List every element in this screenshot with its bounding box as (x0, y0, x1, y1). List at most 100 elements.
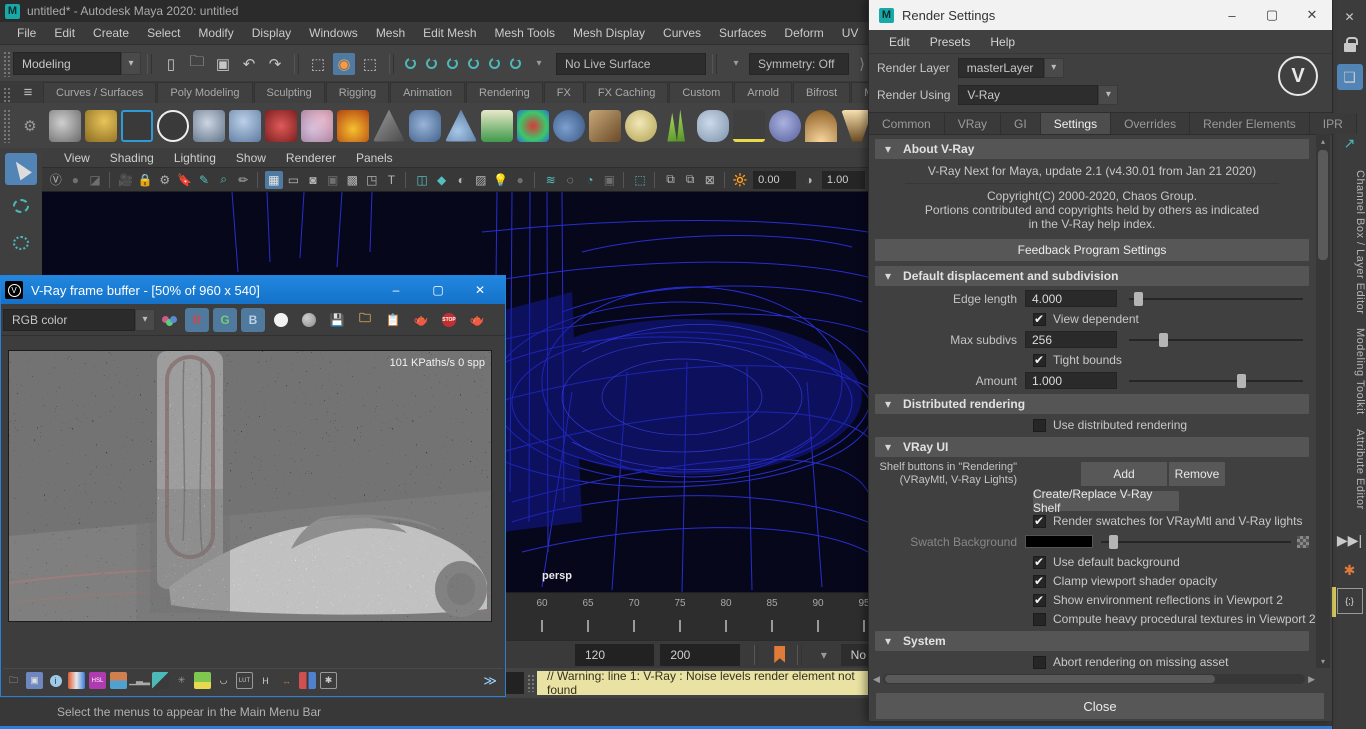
shelf-remove-button[interactable]: Remove (1169, 462, 1225, 486)
vp-resolution-gate-icon[interactable]: ◙ (304, 171, 322, 189)
snap-point-icon[interactable] (447, 58, 458, 69)
select-component-icon[interactable]: ⬚ (359, 53, 381, 75)
menu-create[interactable]: Create (84, 22, 138, 44)
shelf-menu-icon[interactable]: ≡ (15, 81, 41, 103)
shelf-tab-custom[interactable]: Custom (669, 82, 733, 103)
select-tool[interactable] (5, 153, 37, 185)
fb-background-image-icon[interactable] (194, 672, 211, 689)
scroll-left-icon[interactable] (873, 674, 880, 685)
render-layer-select[interactable]: masterLayer (958, 58, 1044, 78)
env-reflections-checkbox[interactable] (1033, 594, 1046, 607)
vp-lights-icon[interactable]: 💡 (492, 171, 510, 189)
shelf-egg-sample-icon[interactable] (553, 110, 585, 142)
vp-dim-select-icon[interactable]: ◪ (86, 171, 104, 189)
tight-bounds-checkbox[interactable] (1033, 354, 1046, 367)
character-set-dropdown-icon[interactable] (816, 646, 832, 664)
gray-background-icon[interactable] (297, 308, 321, 332)
shelf-icons-drag-handle[interactable] (3, 109, 10, 143)
playback-end-field[interactable]: 200 (660, 644, 739, 666)
render-using-dropdown-icon[interactable] (1098, 85, 1118, 105)
vp-gamma-field[interactable]: 1.00 (822, 171, 865, 189)
view-dependent-checkbox[interactable] (1033, 313, 1046, 326)
vp-menu-show[interactable]: Show (226, 151, 276, 165)
fb-info-icon[interactable]: i (47, 672, 64, 689)
section-displacement[interactable]: Default displacement and subdivision (875, 266, 1309, 286)
abort-missing-checkbox[interactable] (1033, 656, 1046, 669)
snap-options-dropdown-icon[interactable] (528, 53, 550, 75)
shelf-tab-poly-modeling[interactable]: Poly Modeling (157, 82, 252, 103)
edge-length-slider[interactable] (1129, 290, 1303, 308)
fb-diagonal-compare-icon[interactable] (152, 672, 169, 689)
shelf-wire-sphere-icon[interactable] (625, 110, 657, 142)
feedback-program-button[interactable]: Feedback Program Settings (875, 239, 1309, 261)
fb-hsl-icon[interactable]: HSL (89, 672, 106, 689)
toolbar-separator[interactable] (147, 54, 152, 74)
menu-deform[interactable]: Deform (775, 22, 832, 44)
amount-slider[interactable] (1129, 372, 1303, 390)
rs-menu-edit[interactable]: Edit (879, 35, 920, 49)
evaluation-toolkit-icon[interactable]: ✱ (1337, 558, 1363, 584)
channel-dropdown-icon[interactable] (135, 309, 155, 331)
shelf-rock-icon[interactable] (697, 110, 729, 142)
framebuffer-minimize-button[interactable] (379, 279, 413, 301)
vp-textured-icon[interactable]: ◐ (452, 171, 470, 189)
symmetry-field[interactable]: Symmetry: Off (749, 53, 849, 75)
make-live-icon[interactable] (510, 58, 521, 69)
copy-clipboard-icon[interactable]: 📋 (381, 308, 405, 332)
vp-grease-pencil-icon[interactable]: ✏ (234, 171, 252, 189)
vp-menu-view[interactable]: View (54, 151, 100, 165)
render-last-icon[interactable]: 🫖 (409, 308, 433, 332)
menu-edit[interactable]: Edit (45, 22, 84, 44)
green-channel-icon[interactable]: G (213, 308, 237, 332)
shelf-baked-cage-icon[interactable] (589, 110, 621, 142)
shelf-save-spheres-icon[interactable] (49, 110, 81, 142)
vp-menu-renderer[interactable]: Renderer (276, 151, 346, 165)
fb-open-folder-icon[interactable]: 🗀 (5, 672, 22, 689)
menu-windows[interactable]: Windows (300, 22, 367, 44)
menu-surfaces[interactable]: Surfaces (710, 22, 775, 44)
vertical-scroll-thumb[interactable] (1318, 150, 1328, 260)
undo-icon[interactable]: ↶ (238, 53, 260, 75)
script-editor-icon[interactable]: {;} (1337, 588, 1363, 614)
paint-select-tool[interactable] (5, 227, 37, 259)
menu-curves[interactable]: Curves (654, 22, 710, 44)
shelf-character-icon[interactable] (229, 110, 261, 142)
scroll-right-icon[interactable] (1308, 674, 1315, 685)
render-settings-window[interactable]: M Render Settings Edit Presets Help Rend… (868, 0, 1332, 721)
vp-isolate-icon[interactable]: ⬚ (631, 171, 649, 189)
scroll-up-icon[interactable] (1316, 134, 1330, 148)
shelf-dome-light-icon[interactable] (805, 110, 837, 142)
tab-overrides[interactable]: Overrides (1111, 113, 1190, 134)
vp-menu-lighting[interactable]: Lighting (164, 151, 226, 165)
menu-set-selector[interactable]: Modeling (13, 52, 121, 75)
compute-heavy-checkbox[interactable] (1033, 613, 1046, 626)
vp-shadows-icon[interactable]: ● (511, 171, 529, 189)
shelf-tab-rigging[interactable]: Rigging (326, 82, 389, 103)
layer-editor-toggle-icon[interactable]: ❏ (1337, 64, 1363, 90)
render-settings-titlebar[interactable]: M Render Settings (869, 0, 1332, 30)
shelf-cube-button-icon[interactable] (409, 110, 441, 142)
snap-grid-icon[interactable] (405, 58, 416, 69)
settings-scroll-area[interactable]: About V-Ray V-Ray Next for Maya, update … (869, 132, 1315, 670)
menu-select[interactable]: Select (138, 22, 189, 44)
tab-vray[interactable]: VRay (945, 113, 1001, 134)
save-scene-icon[interactable]: ▣ (212, 53, 234, 75)
white-background-icon[interactable] (269, 308, 293, 332)
select-object-icon[interactable]: ◉ (333, 53, 355, 75)
shelf-tab-fx[interactable]: FX (544, 82, 584, 103)
fb-curve-correction-icon[interactable]: ◡ (215, 672, 232, 689)
tab-ipr[interactable]: IPR (1310, 113, 1357, 134)
new-scene-icon[interactable]: ▯ (160, 53, 182, 75)
play-to-end-icon[interactable]: ▶▶| (1337, 528, 1363, 554)
vp-menu-panels[interactable]: Panels (346, 151, 403, 165)
section-vray-ui[interactable]: VRay UI (875, 437, 1309, 457)
shelf-drag-handle[interactable] (3, 87, 10, 103)
open-image-icon[interactable]: 🗀 (353, 308, 377, 332)
max-subdivs-slider[interactable] (1129, 331, 1303, 349)
use-distributed-checkbox[interactable] (1033, 419, 1046, 432)
lasso-select-tool[interactable] (5, 190, 37, 222)
redo-icon[interactable]: ↷ (264, 53, 286, 75)
toolbar-separator[interactable] (712, 54, 717, 74)
menu-mesh[interactable]: Mesh (367, 22, 414, 44)
shelf-add-button[interactable]: Add (1081, 462, 1167, 486)
